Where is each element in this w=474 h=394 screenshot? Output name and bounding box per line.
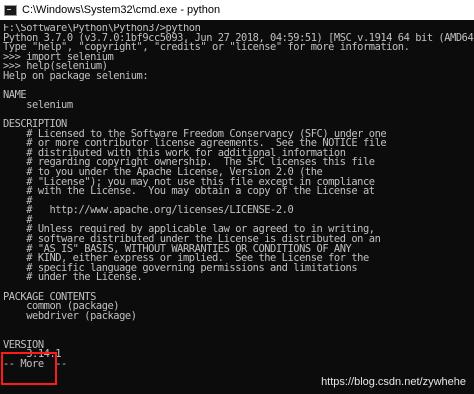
console-line: selenium (3, 98, 73, 111)
console-line: NAME (3, 89, 27, 102)
window-title: C:\Windows\System32\cmd.exe - python (22, 4, 221, 16)
console-line: # under the License. (3, 271, 143, 284)
watermark-text: https://blog.csdn.net/zywhehe (321, 376, 466, 388)
console-line: # http://www.apache.org/licenses/LICENSE… (3, 204, 294, 217)
console-window: C:\Windows\System32\cmd.exe - python F:\… (0, 0, 474, 394)
console-output[interactable]: F:\Software\Python\Python37>python Python… (3, 24, 474, 394)
console-line: # with the License. You may obtain a cop… (3, 185, 375, 198)
console-line: VERSION (3, 338, 44, 351)
console-line: 3.14.1 (3, 348, 62, 361)
cmd-icon (4, 4, 17, 16)
console-line: webdriver (package) (3, 309, 137, 322)
console-line: -- More -- (3, 357, 67, 370)
title-bar[interactable]: C:\Windows\System32\cmd.exe - python (0, 0, 474, 20)
console-line: Help on package selenium: (3, 69, 149, 82)
